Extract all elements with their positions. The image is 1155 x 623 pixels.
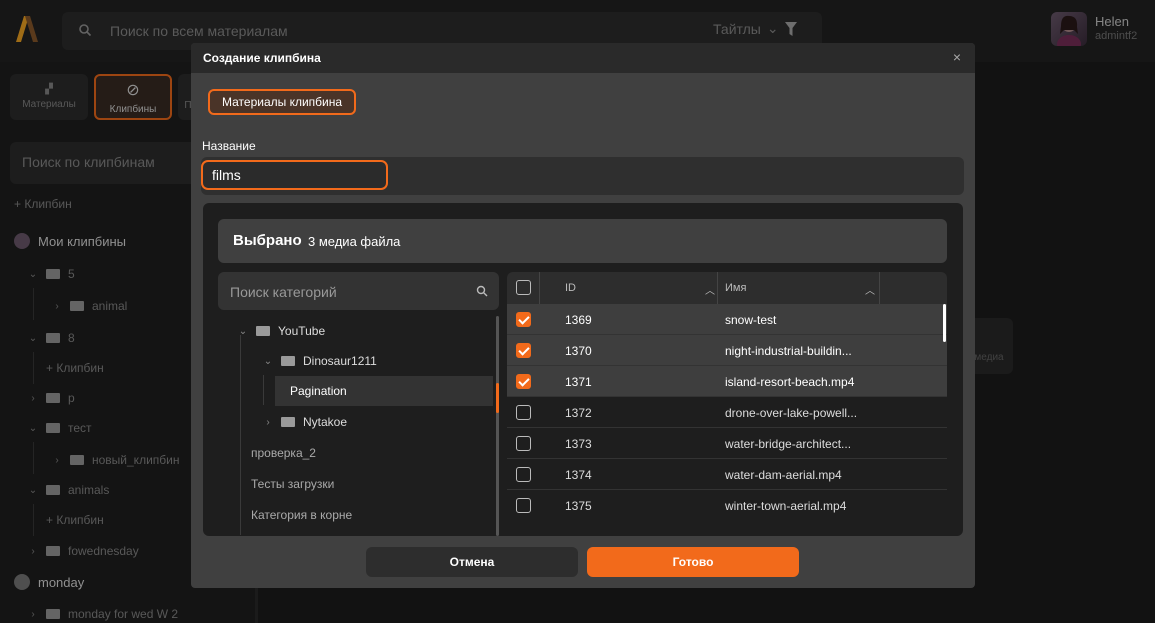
- category-label: YouTube: [278, 324, 326, 338]
- table-row[interactable]: 1370 night-industrial-buildin...: [507, 335, 947, 366]
- row-checkbox[interactable]: [516, 312, 531, 327]
- chevron-right-icon: ›: [266, 416, 270, 428]
- row-checkbox[interactable]: [516, 467, 531, 482]
- media-table-header: ID ︿ Имя ︿: [507, 272, 947, 304]
- dialog-title: Создание клипбина: [203, 51, 321, 65]
- selected-count: 3 медиа файла: [308, 234, 401, 249]
- chevron-down-icon: ⌄: [263, 355, 273, 367]
- cell-name: water-bridge-architect...: [725, 437, 852, 451]
- tab-clipbin-materials[interactable]: Материалы клипбина: [208, 89, 357, 115]
- name-field-label: Название: [202, 139, 256, 153]
- category-item-nytakoe[interactable]: › Nytakoe: [261, 407, 347, 437]
- sort-up-icon[interactable]: ︿: [865, 282, 875, 297]
- category-item[interactable]: проверка_2: [251, 438, 316, 468]
- cell-id: 1374: [565, 468, 592, 482]
- category-item[interactable]: Категория в корне: [251, 500, 352, 530]
- cell-name: island-resort-beach.mp4: [725, 375, 855, 389]
- create-clipbin-dialog: Создание клипбина × Материалы клипбина Н…: [191, 43, 975, 588]
- tree-guide: [240, 335, 241, 535]
- close-icon[interactable]: ×: [953, 49, 961, 65]
- table-row[interactable]: 1371 island-resort-beach.mp4: [507, 366, 947, 397]
- category-label: Pagination: [290, 384, 347, 398]
- sort-up-icon[interactable]: ︿: [705, 282, 715, 297]
- column-divider: [717, 272, 718, 304]
- select-all-checkbox[interactable]: [516, 280, 531, 295]
- cell-id: 1371: [565, 375, 592, 389]
- cell-name: drone-over-lake-powell...: [725, 406, 858, 420]
- column-id-label: ID: [565, 282, 576, 294]
- selected-summary: Выбрано 3 медиа файла: [218, 219, 947, 263]
- row-checkbox[interactable]: [516, 374, 531, 389]
- cancel-button[interactable]: Отмена: [366, 547, 578, 577]
- category-item[interactable]: Тесты загрузки: [251, 469, 334, 499]
- chevron-down-icon: ⌄: [238, 325, 248, 337]
- cell-name: snow-test: [725, 313, 777, 327]
- cell-id: 1370: [565, 344, 592, 358]
- category-label: Категория в корне: [251, 508, 353, 522]
- column-name-header[interactable]: Имя ︿: [725, 272, 875, 304]
- folder-icon: [256, 326, 270, 336]
- folder-icon: [281, 356, 295, 366]
- category-search-placeholder: Поиск категорий: [230, 284, 337, 300]
- table-row[interactable]: 1374 water-dam-aerial.mp4: [507, 459, 947, 490]
- table-row[interactable]: 1373 water-bridge-architect...: [507, 428, 947, 459]
- category-label: проверка_2: [251, 446, 316, 460]
- column-divider: [539, 272, 540, 304]
- dialog-header: Создание клипбина ×: [191, 43, 975, 73]
- column-name-label: Имя: [725, 282, 747, 294]
- category-item-youtube[interactable]: ⌄ YouTube: [236, 316, 325, 346]
- tree-guide: [263, 375, 264, 405]
- table-row[interactable]: 1372 drone-over-lake-powell...: [507, 397, 947, 428]
- column-divider: [879, 272, 880, 304]
- column-id-header[interactable]: ID ︿: [565, 272, 715, 304]
- cell-id: 1375: [565, 499, 592, 513]
- category-scrollbar[interactable]: [496, 316, 499, 536]
- cell-name: winter-town-aerial.mp4: [725, 499, 847, 513]
- category-label: Тесты загрузки: [251, 477, 335, 491]
- row-checkbox[interactable]: [516, 436, 531, 451]
- category-item-dinosaur[interactable]: ⌄ Dinosaur1211: [261, 346, 377, 376]
- cell-id: 1372: [565, 406, 592, 420]
- category-search-input[interactable]: Поиск категорий: [218, 272, 499, 310]
- table-row[interactable]: 1369 snow-test: [507, 304, 947, 335]
- row-checkbox[interactable]: [516, 343, 531, 358]
- selected-label: Выбрано: [233, 232, 302, 249]
- table-row[interactable]: 1375 winter-town-aerial.mp4: [507, 490, 947, 521]
- row-checkbox[interactable]: [516, 405, 531, 420]
- cell-id: 1373: [565, 437, 592, 451]
- row-checkbox[interactable]: [516, 498, 531, 513]
- category-item-pagination[interactable]: Pagination: [275, 376, 493, 406]
- category-label: Nytakoe: [303, 415, 348, 429]
- cell-id: 1369: [565, 313, 592, 327]
- table-scrollbar-thumb[interactable]: [943, 304, 946, 342]
- search-icon: [476, 285, 488, 297]
- folder-icon: [281, 417, 295, 427]
- cell-name: water-dam-aerial.mp4: [725, 468, 842, 482]
- cell-name: night-industrial-buildin...: [725, 344, 852, 358]
- media-selection-panel: Выбрано 3 медиа файла Поиск категорий ⌄ …: [203, 203, 963, 536]
- done-button[interactable]: Готово: [587, 547, 799, 577]
- clipbin-name-input[interactable]: [201, 160, 388, 190]
- category-scrollbar-thumb[interactable]: [496, 383, 499, 413]
- category-label: Dinosaur1211: [303, 354, 377, 368]
- name-field-row: [201, 157, 964, 195]
